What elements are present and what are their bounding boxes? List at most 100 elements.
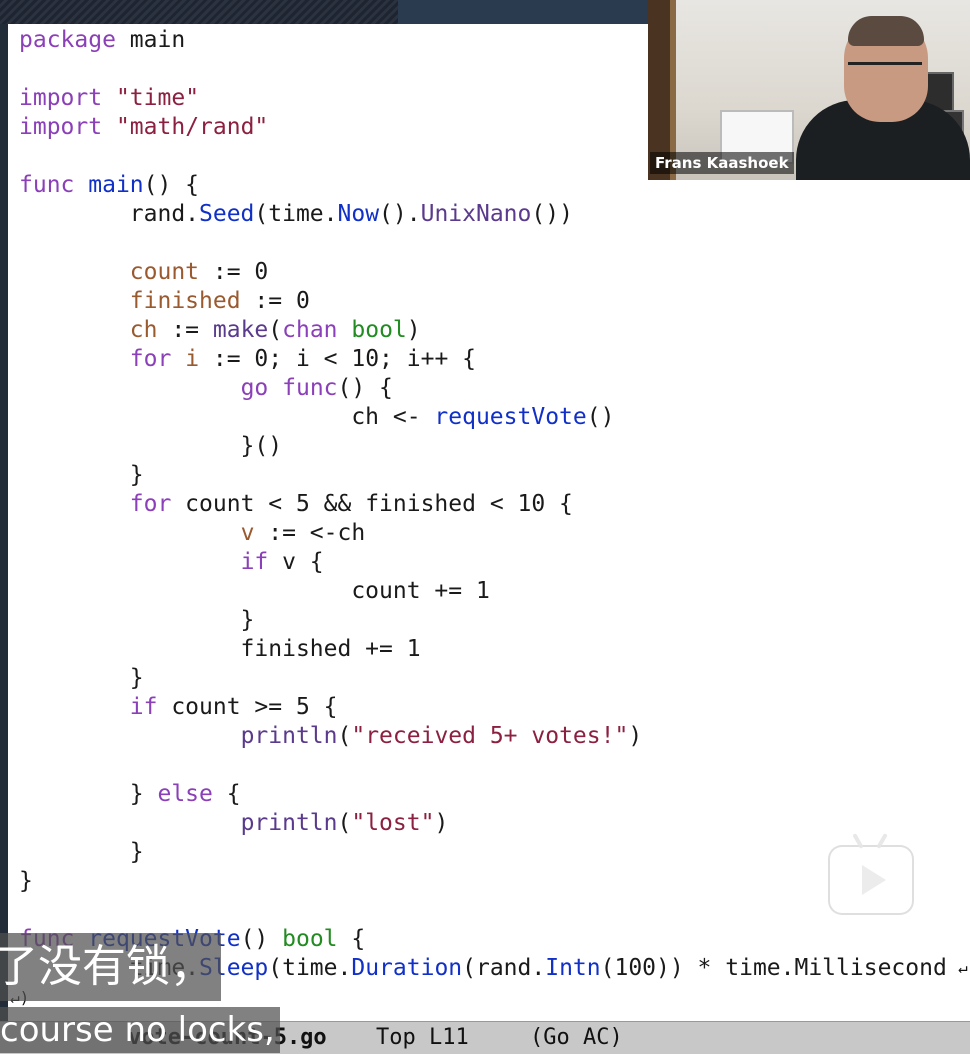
tv-ear-left bbox=[852, 833, 864, 849]
code-token: make bbox=[212, 317, 269, 343]
code-line[interactable]: println("lost") bbox=[19, 809, 947, 838]
code-token: "time" bbox=[115, 85, 200, 111]
code-line[interactable]: if v { bbox=[19, 548, 947, 577]
code-token: } bbox=[19, 868, 33, 894]
code-token: } bbox=[19, 665, 144, 691]
code-token: } bbox=[19, 607, 255, 633]
code-line[interactable]: count := 0 bbox=[19, 258, 947, 287]
code-token: println bbox=[240, 723, 338, 749]
code-token: package bbox=[19, 27, 116, 53]
code-line[interactable]: ch <- requestVote() bbox=[19, 403, 947, 432]
code-token: (time. bbox=[254, 201, 338, 227]
code-token: ( bbox=[337, 810, 352, 836]
code-line[interactable] bbox=[19, 229, 947, 258]
code-line[interactable]: go func() { bbox=[19, 374, 947, 403]
tv-ear-right bbox=[876, 833, 888, 849]
code-token: := 0 bbox=[199, 259, 269, 285]
code-token: count bbox=[129, 259, 200, 285]
code-line[interactable]: v := <-ch bbox=[19, 519, 947, 548]
code-token: }() bbox=[19, 433, 283, 459]
code-token: finished bbox=[129, 288, 241, 314]
speaker-name-label: Frans Kaashoek bbox=[650, 152, 794, 174]
code-token: (100)) * time.Millisecond bbox=[600, 955, 947, 981]
code-token: Seed bbox=[199, 201, 255, 227]
code-line[interactable]: for count < 5 && finished < 10 { bbox=[19, 490, 947, 519]
code-line[interactable]: } bbox=[19, 867, 947, 896]
code-token: finished += 1 bbox=[19, 636, 421, 662]
code-line[interactable]: } bbox=[19, 838, 947, 867]
code-token: bool bbox=[282, 926, 338, 952]
code-line[interactable] bbox=[19, 751, 947, 780]
major-mode: (Go AC) bbox=[530, 1025, 623, 1050]
top-bar-left-region bbox=[0, 0, 398, 24]
code-token: requestVote bbox=[434, 404, 587, 430]
code-line[interactable]: finished := 0 bbox=[19, 287, 947, 316]
code-token: ) bbox=[406, 317, 421, 343]
code-token: { bbox=[337, 926, 366, 952]
code-token: ch <- bbox=[19, 404, 435, 430]
code-token: ( bbox=[337, 723, 352, 749]
code-token: (rand. bbox=[462, 955, 546, 981]
code-token: () { bbox=[143, 172, 200, 198]
code-line[interactable]: }() bbox=[19, 432, 947, 461]
code-token: func bbox=[19, 172, 75, 198]
code-token: for bbox=[129, 346, 172, 372]
code-token: v { bbox=[268, 549, 324, 575]
code-token: i bbox=[185, 346, 200, 372]
code-line[interactable]: for i := 0; i < 10; i++ { bbox=[19, 345, 947, 374]
code-token: := 0; i < 10; i++ { bbox=[199, 346, 476, 372]
code-token: count >= 5 { bbox=[157, 694, 338, 720]
code-line[interactable]: } else { bbox=[19, 780, 947, 809]
code-token: := <-ch bbox=[254, 520, 366, 546]
play-icon bbox=[862, 865, 886, 895]
tv-ears-icon bbox=[848, 833, 892, 849]
code-line[interactable]: count += 1 bbox=[19, 577, 947, 606]
code-line[interactable]: } bbox=[19, 461, 947, 490]
code-token: := 0 bbox=[240, 288, 310, 314]
code-token: count += 1 bbox=[19, 578, 490, 604]
code-token: rand. bbox=[19, 201, 200, 227]
code-token: println bbox=[240, 810, 338, 836]
code-token: ) bbox=[434, 810, 449, 836]
code-token: (). bbox=[379, 201, 421, 227]
play-button[interactable] bbox=[828, 833, 914, 915]
code-token: ) bbox=[628, 723, 643, 749]
code-line[interactable]: } bbox=[19, 606, 947, 635]
code-line[interactable] bbox=[19, 896, 947, 925]
subtitle-english: course no locks, bbox=[0, 1007, 280, 1053]
code-token: for bbox=[129, 491, 172, 517]
code-line[interactable]: finished += 1 bbox=[19, 635, 947, 664]
code-token: import bbox=[19, 114, 103, 140]
code-line[interactable]: ch := make(chan bool) bbox=[19, 316, 947, 345]
code-token: count < 5 && finished < 10 { bbox=[171, 491, 573, 517]
code-line[interactable]: println("received 5+ votes!") bbox=[19, 722, 947, 751]
code-token: func bbox=[282, 375, 338, 401]
code-token: ()) bbox=[531, 201, 573, 227]
code-token: chan bbox=[282, 317, 338, 343]
code-token: } bbox=[19, 781, 158, 807]
cursor-position: Top L11 bbox=[376, 1025, 469, 1050]
code-token: () { bbox=[337, 375, 393, 401]
code-token: "received 5+ votes!" bbox=[351, 723, 629, 749]
code-line[interactable]: } bbox=[19, 664, 947, 693]
code-line[interactable]: if count >= 5 { bbox=[19, 693, 947, 722]
code-token: } bbox=[19, 839, 144, 865]
subtitle-chinese: 了没有锁， bbox=[0, 933, 221, 1001]
fringe-continuation-right: ↵ bbox=[958, 958, 968, 977]
code-token: := bbox=[157, 317, 213, 343]
code-line[interactable]: rand.Seed(time.Now().UnixNano()) bbox=[19, 200, 947, 229]
